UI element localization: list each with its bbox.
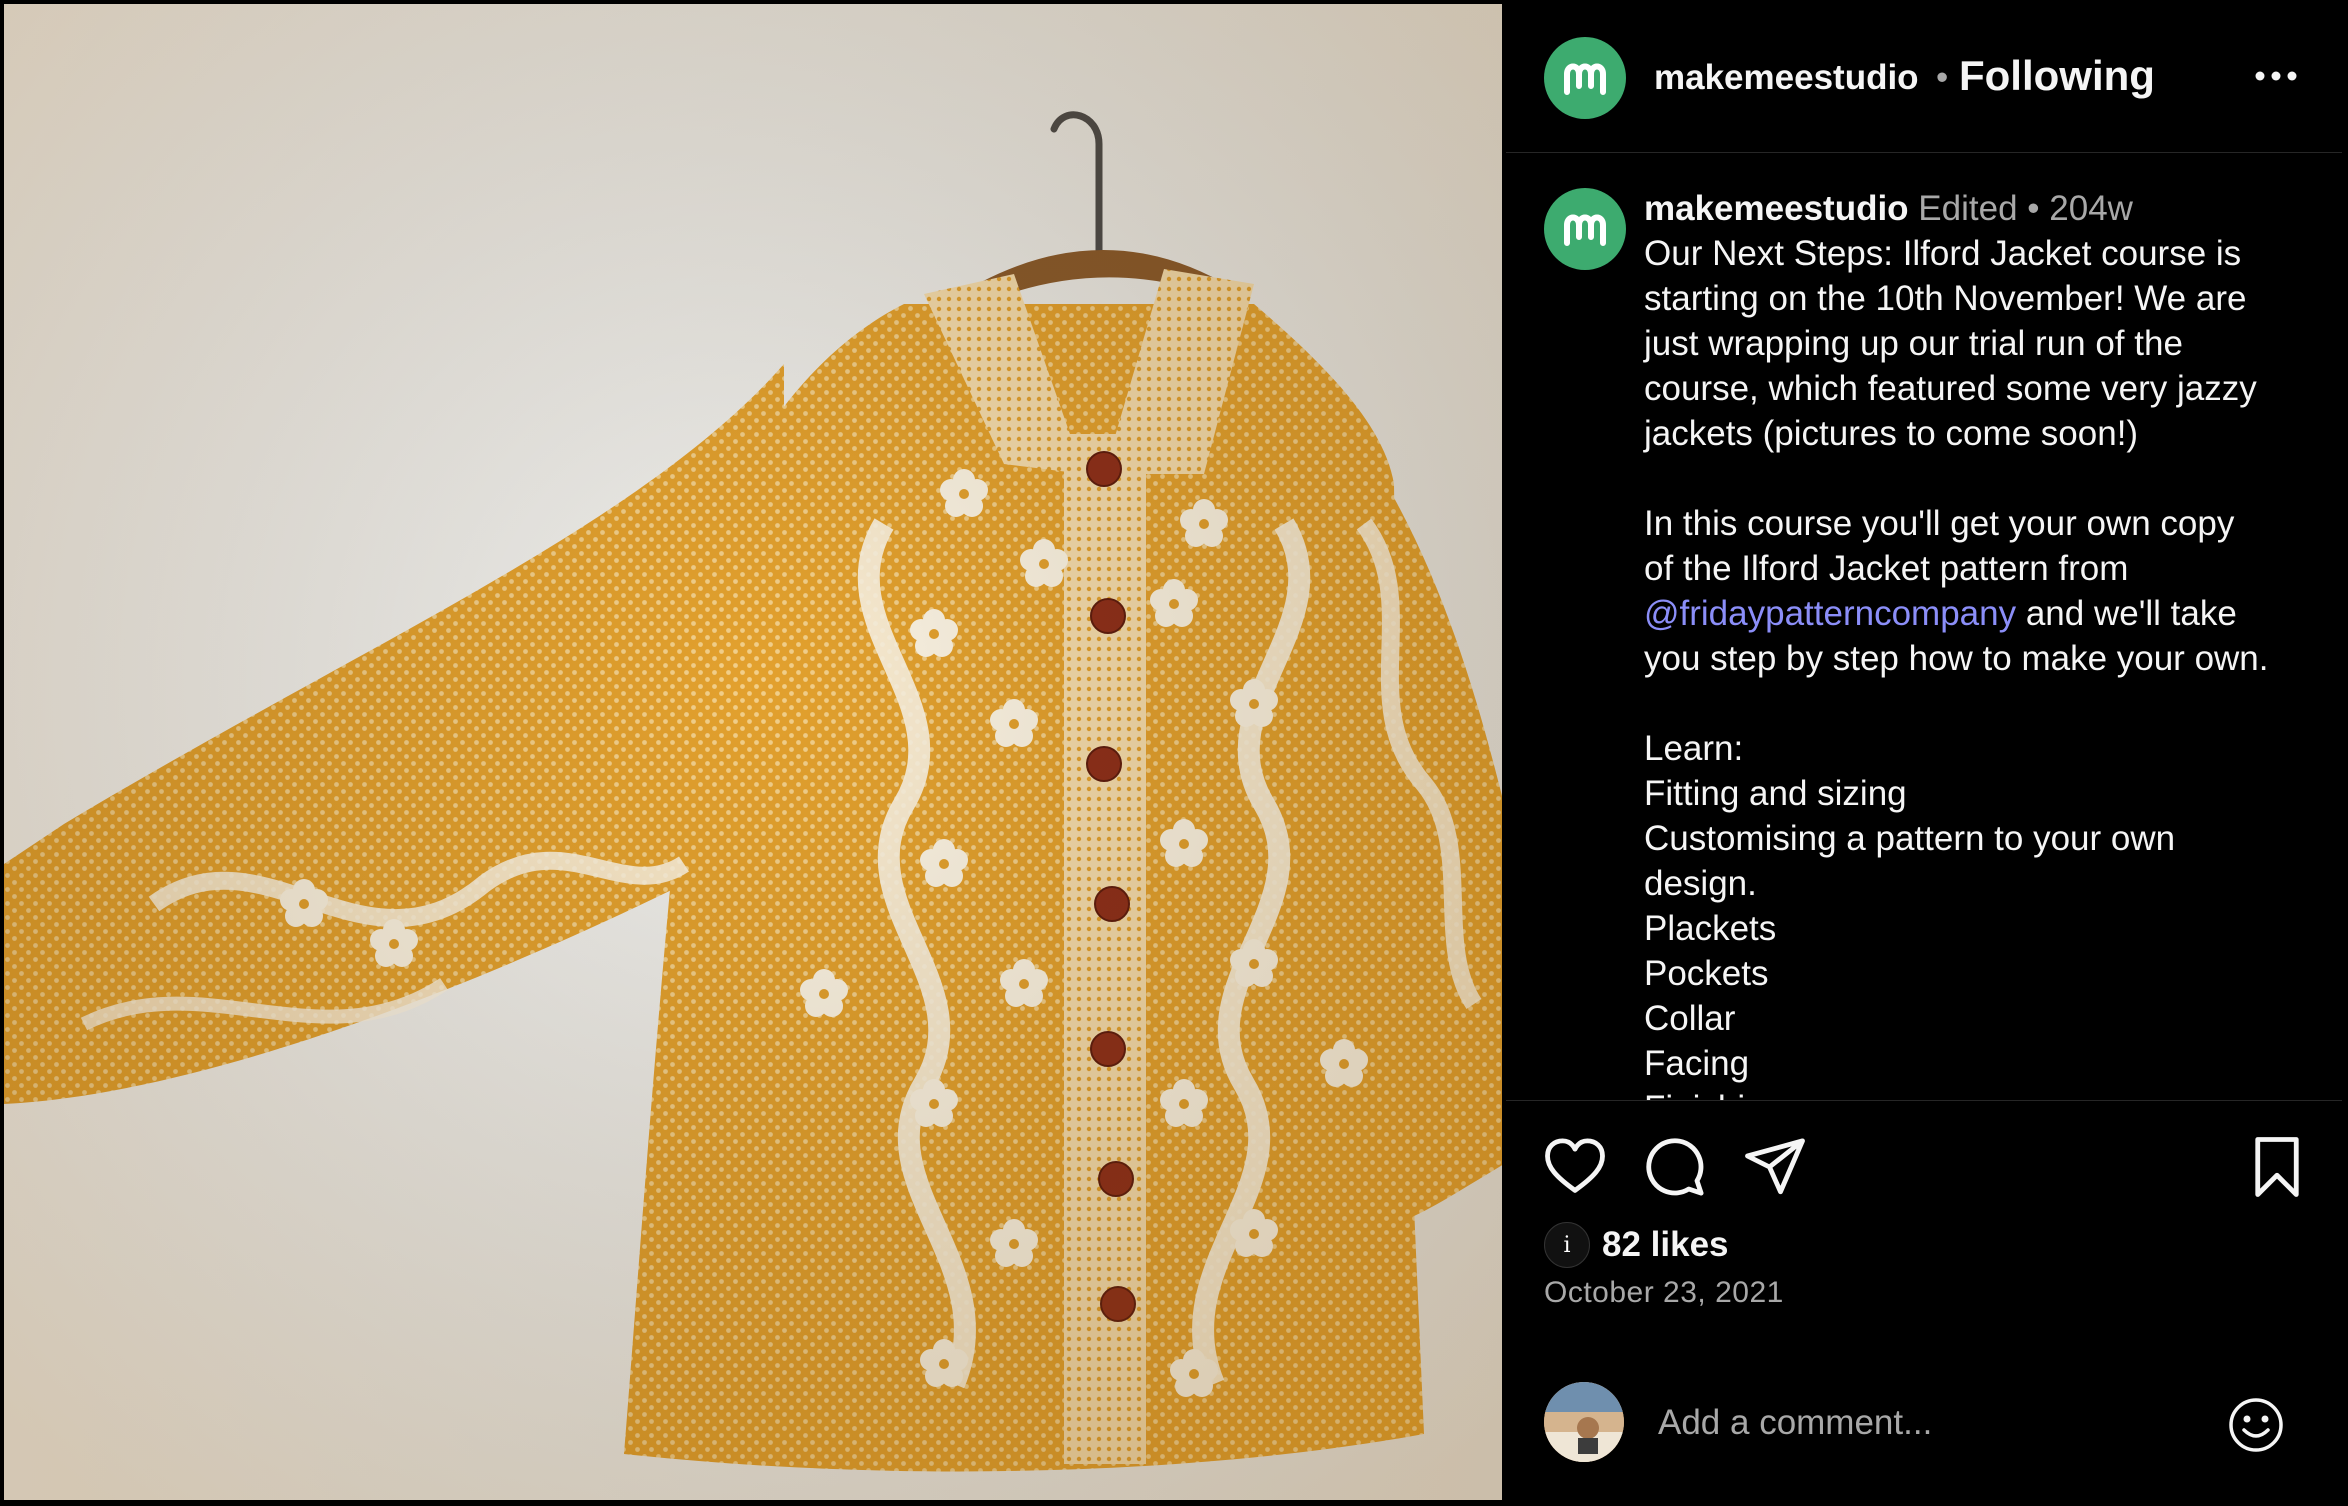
post-age[interactable]: 204w — [2049, 189, 2133, 228]
caption-line: Pockets — [1644, 954, 1769, 993]
jacket-photo — [4, 4, 1502, 1500]
caption-line: course, which featured some very jazzy — [1644, 369, 2257, 408]
caption-line: jackets (pictures to come soon!) — [1644, 414, 2139, 453]
save-button[interactable] — [2244, 1134, 2310, 1200]
like-button[interactable] — [1542, 1134, 1608, 1200]
instagram-post-modal: makemeestudio • Following makemeestudio — [0, 0, 2348, 1506]
share-button[interactable] — [1742, 1134, 1808, 1200]
caption-text: makemeestudio Edited • 204w Our Next Ste… — [1644, 186, 2324, 1100]
post-details-panel: makemeestudio • Following makemeestudio — [1506, 0, 2348, 1506]
mention-link[interactable]: @fridaypatterncompany — [1644, 594, 2016, 633]
makemee-logo-icon — [1564, 214, 1606, 246]
heart-icon — [1545, 1138, 1605, 1193]
post-date[interactable]: October 23, 2021 — [1544, 1276, 1784, 1310]
caption-section: makemeestudio Edited • 204w Our Next Ste… — [1506, 152, 2342, 1101]
post-header: makemeestudio • Following — [1506, 0, 2342, 153]
post-image[interactable] — [4, 4, 1502, 1500]
comment-button[interactable] — [1642, 1134, 1708, 1200]
username-link[interactable]: makemeestudio — [1654, 58, 1919, 98]
user-photo — [1544, 1382, 1624, 1462]
comment-input[interactable] — [1656, 1392, 2180, 1454]
caption-line: Collar — [1644, 999, 1736, 1038]
separator-dot: • — [2027, 189, 2040, 228]
caption-line: Finishing seams — [1644, 1086, 2324, 1100]
action-bar — [1506, 1134, 2342, 1204]
likes-count[interactable]: 82 likes — [1602, 1225, 1729, 1265]
caption-line: Learn: — [1644, 729, 1744, 768]
smiley-icon — [2229, 1398, 2283, 1452]
caption-username[interactable]: makemeestudio — [1644, 189, 1909, 228]
emoji-button[interactable] — [2226, 1395, 2286, 1455]
caption-line: you step by step how to make your own. — [1644, 639, 2269, 678]
more-options-button[interactable] — [2248, 48, 2304, 104]
following-button[interactable]: Following — [1959, 52, 2155, 100]
caption-line: Customising a pattern to your own — [1644, 819, 2176, 858]
caption-line: just wrapping up our trial run of the — [1644, 324, 2183, 363]
bookmark-icon — [2255, 1137, 2299, 1197]
caption-line: Our Next Steps: Ilford Jacket course is — [1644, 234, 2242, 273]
paper-plane-icon — [1745, 1138, 1805, 1195]
caption-line: Fitting and sizing — [1644, 774, 1907, 813]
separator-dot: • — [1936, 58, 1949, 97]
caption-line: Facing — [1644, 1044, 1750, 1083]
current-user-avatar — [1544, 1382, 1624, 1462]
comment-composer — [1506, 1340, 2342, 1506]
caption-line: of the Ilford Jacket pattern from — [1644, 549, 2129, 588]
profile-avatar[interactable] — [1544, 37, 1626, 119]
comment-bubble-icon — [1646, 1138, 1704, 1196]
edited-label: Edited — [1918, 189, 2018, 228]
caption-line: In this course you'll get your own copy — [1644, 504, 2235, 543]
more-horizontal-icon — [2255, 71, 2297, 81]
caption-line: Plackets — [1644, 909, 1777, 948]
caption-line: design. — [1644, 864, 1757, 903]
caption-text-fragment: and we'll take — [2016, 594, 2237, 633]
makemee-logo-icon — [1564, 63, 1606, 95]
caption-line: starting on the 10th November! We are — [1644, 279, 2247, 318]
liker-avatar[interactable]: i — [1544, 1222, 1590, 1268]
caption-avatar[interactable] — [1544, 188, 1626, 270]
